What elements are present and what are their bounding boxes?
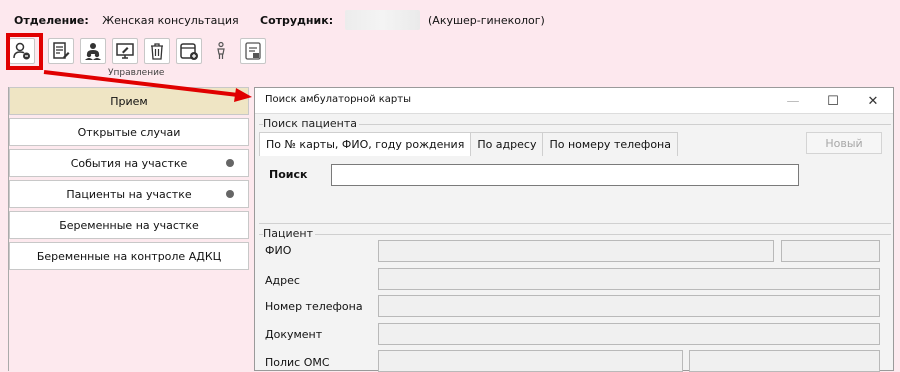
card-add-icon [180, 43, 198, 60]
status-dot [226, 190, 234, 198]
oms-series-field [378, 350, 683, 372]
sidebar-item-label: Прием [110, 94, 148, 108]
sidebar-item-district-patients[interactable]: Пациенты на участке [9, 180, 249, 208]
tab-by-address[interactable]: По адресу [470, 132, 544, 156]
search-card-dialog: Поиск амбулаторной карты — ☐ ✕ Поиск пац… [254, 87, 894, 372]
document-edit-button[interactable] [48, 38, 74, 64]
department-value: Женская консультация [102, 14, 239, 27]
trash-button[interactable] [144, 38, 170, 64]
tab-by-phone[interactable]: По номеру телефона [542, 132, 678, 156]
toolbar-group-label: Управление [108, 68, 165, 78]
close-button[interactable]: ✕ [853, 88, 893, 114]
phone-field [378, 295, 880, 317]
users-group-icon [85, 43, 101, 60]
minimize-button[interactable]: — [773, 88, 813, 114]
fio-label: ФИО [265, 244, 292, 257]
sidebar-item-label: Беременные на участке [59, 218, 199, 232]
address-field [378, 268, 880, 290]
document-field [378, 323, 880, 345]
sidebar-item-label: События на участке [70, 156, 188, 170]
dialog-title: Поиск амбулаторной карты [265, 94, 411, 105]
document-edit-icon [53, 42, 70, 59]
sidebar-item-label: Беременные на контроле АДКЦ [36, 249, 222, 263]
list-card-icon [245, 42, 261, 60]
sidebar: Прием Открытые случаи События на участке… [8, 87, 249, 371]
list-card-button[interactable] [240, 38, 266, 64]
new-button[interactable]: Новый [806, 132, 882, 154]
group-border [259, 234, 891, 235]
sidebar-item-reception[interactable]: Прием [9, 87, 249, 115]
birth-year-field [781, 240, 880, 262]
monitor-edit-icon [116, 43, 134, 59]
phone-label: Номер телефона [265, 300, 363, 313]
employee-info: Сотрудник: [260, 14, 333, 27]
search-input[interactable] [331, 164, 799, 186]
document-label: Документ [265, 328, 323, 341]
users-group-button[interactable] [80, 38, 106, 64]
trash-icon [151, 43, 163, 60]
department-info: Отделение: Женская консультация [14, 14, 239, 27]
patient-search-group-label: Поиск пациента [263, 117, 360, 130]
sidebar-item-pregnant-adkc[interactable]: Беременные на контроле АДКЦ [9, 242, 249, 270]
oms-number-field [689, 350, 880, 372]
person-icon [217, 41, 225, 59]
employee-role: (Акушер-гинеколог) [428, 14, 545, 27]
employee-name-redacted [345, 10, 420, 30]
card-add-button[interactable] [176, 38, 202, 64]
department-label: Отделение: [14, 14, 89, 27]
search-tabs: По № карты, ФИО, году рождения По адресу… [259, 132, 678, 156]
address-label: Адрес [265, 274, 300, 287]
employee-label: Сотрудник: [260, 14, 334, 27]
patient-group-label: Пациент [263, 227, 316, 240]
person-button[interactable] [208, 38, 234, 64]
sidebar-item-label: Открытые случаи [77, 125, 181, 139]
sidebar-item-pregnant-district[interactable]: Беременные на участке [9, 211, 249, 239]
sidebar-item-open-cases[interactable]: Открытые случаи [9, 118, 249, 146]
search-label: Поиск [269, 168, 308, 181]
monitor-edit-button[interactable] [112, 38, 138, 64]
tab-by-card-number[interactable]: По № карты, ФИО, году рождения [259, 132, 472, 156]
dialog-title-bar: Поиск амбулаторной карты — ☐ ✕ [255, 88, 893, 114]
fio-field [378, 240, 774, 262]
maximize-button[interactable]: ☐ [813, 88, 853, 114]
highlight-box [6, 33, 43, 70]
sidebar-item-label: Пациенты на участке [66, 187, 192, 201]
oms-label: Полис ОМС [265, 356, 330, 369]
status-dot [226, 159, 234, 167]
sidebar-item-district-events[interactable]: События на участке [9, 149, 249, 177]
